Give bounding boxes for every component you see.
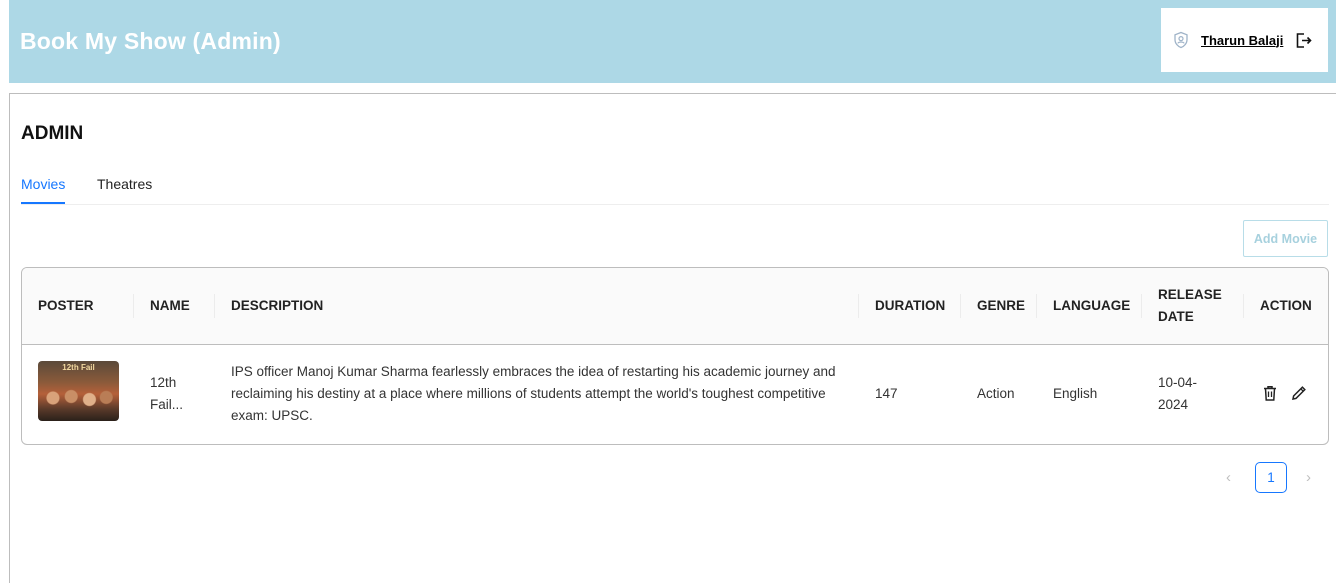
movie-description: IPS officer Manoj Kumar Sharma fearlessl…: [231, 364, 836, 423]
logout-icon[interactable]: [1294, 31, 1313, 50]
user-menu: Tharun Balaji: [1161, 8, 1328, 72]
poster-artwork: [42, 383, 115, 413]
movie-poster: 12th Fail: [38, 361, 119, 421]
page-number-button[interactable]: 1: [1255, 462, 1287, 493]
column-header-poster: POSTER: [38, 298, 94, 313]
column-divider: [133, 294, 134, 318]
column-divider: [1243, 294, 1244, 318]
movie-language: English: [1053, 386, 1098, 401]
add-movie-button[interactable]: Add Movie: [1243, 220, 1328, 257]
movies-table: POSTER NAME DESCRIPTION DURATION GENRE L…: [21, 267, 1329, 445]
column-header-language: LANGUAGE: [1053, 298, 1131, 313]
movie-release-date: 10-04-2024: [1158, 375, 1198, 412]
column-header-duration: DURATION: [875, 298, 946, 313]
tab-bar: Movies Theatres: [21, 170, 1329, 205]
app-title: Book My Show (Admin): [20, 28, 281, 54]
table-header: POSTER NAME DESCRIPTION DURATION GENRE L…: [22, 268, 1328, 345]
edit-icon[interactable]: [1290, 384, 1308, 402]
delete-icon[interactable]: [1261, 384, 1279, 402]
column-divider: [214, 294, 215, 318]
poster-title-mark: 12th Fail: [62, 363, 95, 372]
page-title: ADMIN: [21, 123, 84, 144]
column-divider: [858, 294, 859, 318]
tab-movies[interactable]: Movies: [21, 176, 65, 192]
active-tab-indicator: [21, 202, 65, 204]
column-header-genre: GENRE: [977, 298, 1026, 313]
app-header: Book My Show (Admin) Tharun Balaji: [9, 0, 1336, 83]
user-name-link[interactable]: Tharun Balaji: [1201, 33, 1283, 48]
column-header-name: NAME: [150, 298, 190, 313]
tab-theatres[interactable]: Theatres: [97, 176, 152, 192]
movie-genre: Action: [977, 386, 1015, 401]
movie-name: 12th Fail...: [150, 375, 184, 412]
next-page-button[interactable]: ›: [1306, 469, 1311, 486]
column-divider: [1141, 294, 1142, 318]
movie-duration: 147: [875, 386, 898, 401]
shield-user-icon: [1172, 31, 1190, 49]
column-header-action: ACTION: [1260, 298, 1312, 313]
column-header-release-date: RELEASE DATE: [1158, 287, 1222, 324]
column-divider: [960, 294, 961, 318]
column-divider: [1036, 294, 1037, 318]
column-header-description: DESCRIPTION: [231, 298, 324, 313]
admin-page: ADMIN Movies Theatres Add Movie POSTER N…: [9, 93, 1336, 583]
table-row: 12th Fail 12th Fail... IPS officer Manoj…: [22, 345, 1328, 444]
prev-page-button[interactable]: ‹: [1226, 469, 1231, 486]
